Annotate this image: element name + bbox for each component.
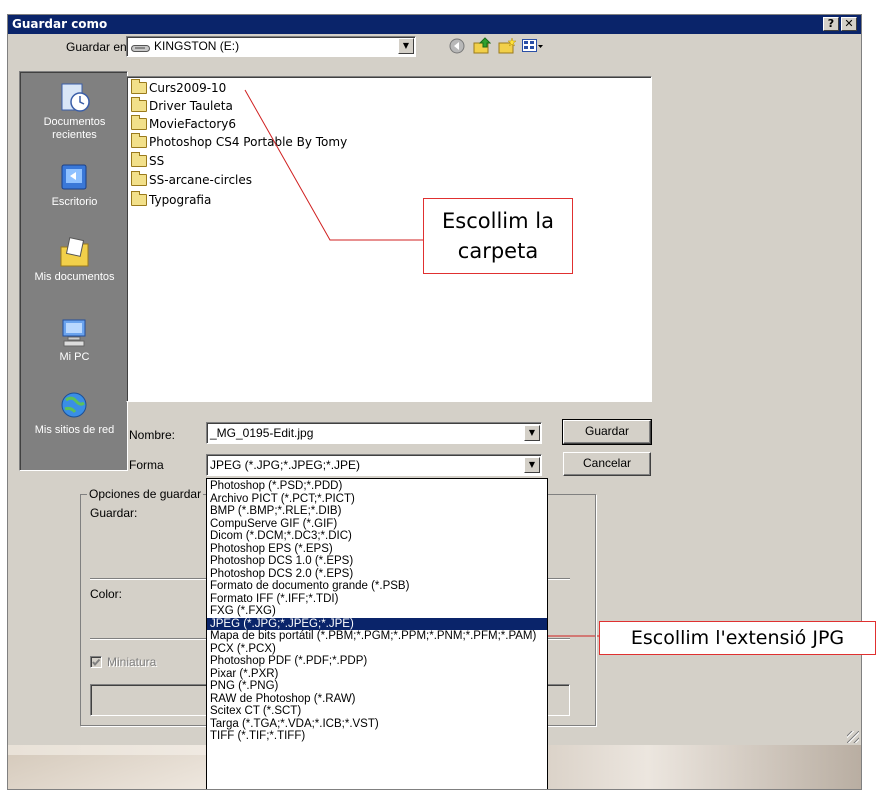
callout-choose-extension: Escollim l'extensió JPG xyxy=(599,621,876,655)
callout-leader-line-ext xyxy=(599,634,876,636)
